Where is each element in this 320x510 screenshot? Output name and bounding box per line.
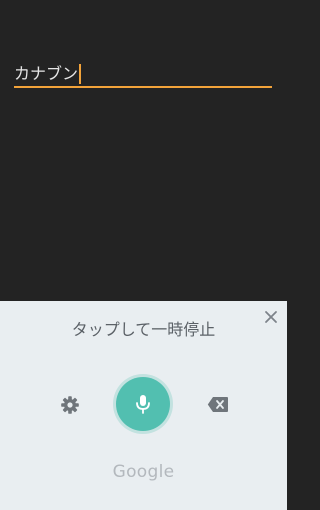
text-input-value: カナブン (14, 64, 79, 83)
voice-input-panel: タップして一時停止 Google (0, 301, 287, 510)
voice-hint-text: タップして一時停止 (71, 320, 216, 339)
gear-icon (61, 396, 79, 414)
google-brand-label: Google (112, 462, 175, 482)
text-caret (79, 64, 82, 84)
settings-button[interactable] (60, 395, 80, 415)
microphone-button[interactable] (116, 377, 170, 431)
backspace-icon (207, 397, 228, 412)
backspace-button[interactable] (207, 396, 229, 413)
text-input-field[interactable]: カナブン (14, 62, 272, 88)
editor-area: カナブン (0, 0, 287, 301)
microphone-icon (136, 395, 150, 414)
